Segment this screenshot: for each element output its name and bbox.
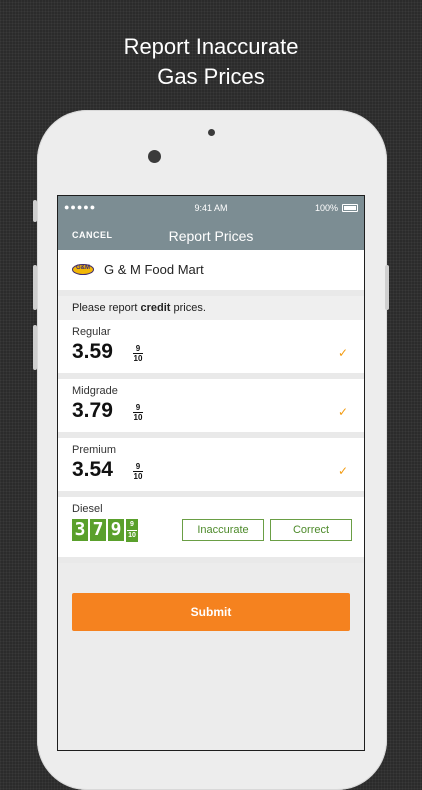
phone-side-button-1 — [33, 200, 37, 222]
fraction-numerator: 9 — [135, 344, 141, 353]
battery-percent: 100% — [314, 203, 338, 213]
inaccurate-button[interactable]: Inaccurate — [182, 519, 264, 541]
fuel-row-regular[interactable]: Regular 3.59 9 10 ✓ — [58, 320, 364, 373]
station-header: G&M G & M Food Mart — [58, 250, 364, 290]
page-title: Report Prices — [168, 228, 254, 244]
station-logo-icon: G&M — [72, 264, 94, 275]
price-fraction: 9 10 — [132, 403, 144, 422]
phone-side-button-2 — [33, 265, 37, 310]
phone-camera — [148, 150, 161, 163]
fraction-denominator: 10 — [128, 532, 136, 539]
phone-power-button — [385, 265, 389, 310]
notice-suffix: prices. — [170, 302, 206, 314]
price-board-digit: 3 — [72, 519, 88, 541]
marketing-headline: Report Inaccurate Gas Prices — [0, 32, 422, 92]
price-board-fraction: 9 10 — [126, 519, 138, 542]
credit-notice: Please report credit prices. — [58, 296, 364, 320]
fraction-denominator: 10 — [133, 354, 143, 363]
fuel-row-diesel: Diesel 3 7 9 9 10 Inaccurate Correct — [58, 491, 364, 557]
submit-button[interactable]: Submit — [72, 593, 350, 631]
fraction-denominator: 10 — [133, 472, 143, 481]
station-logo-text: G&M — [76, 265, 90, 271]
fraction-numerator: 9 — [135, 462, 141, 471]
station-name: G & M Food Mart — [104, 262, 204, 277]
notice-emphasis: credit — [140, 302, 171, 314]
phone-speaker — [208, 129, 215, 136]
headline-line-1: Report Inaccurate — [123, 34, 299, 59]
price-board-digit: 7 — [90, 519, 106, 541]
footer-area: Submit — [58, 557, 364, 750]
fraction-numerator: 9 — [135, 403, 141, 412]
fuel-grade-label: Diesel — [72, 503, 103, 515]
fuel-grade-label: Premium — [72, 444, 117, 456]
fraction-denominator: 10 — [133, 413, 143, 422]
price-fraction: 9 10 — [132, 462, 144, 481]
nav-bar: CANCEL Report Prices — [58, 220, 364, 250]
fuel-price: 3.59 — [72, 340, 113, 363]
fuel-row-midgrade[interactable]: Midgrade 3.79 9 10 ✓ — [58, 373, 364, 432]
notice-prefix: Please report — [72, 302, 141, 314]
price-board-digit: 9 — [108, 519, 124, 541]
fuel-grade-label: Midgrade — [72, 385, 118, 397]
fuel-price: 3.79 — [72, 399, 113, 422]
status-bar: ●●●●● 9:41 AM 100% — [58, 196, 364, 220]
app-screen: ●●●●● 9:41 AM 100% CANCEL Report Prices … — [58, 196, 364, 750]
checkmark-icon: ✓ — [337, 346, 348, 360]
price-board: 3 7 9 9 10 — [72, 519, 138, 542]
correct-button[interactable]: Correct — [270, 519, 352, 541]
fuel-grade-label: Regular — [72, 326, 111, 338]
phone-side-button-3 — [33, 325, 37, 370]
checkmark-icon: ✓ — [337, 405, 348, 419]
checkmark-icon: ✓ — [337, 464, 348, 478]
fuel-row-premium[interactable]: Premium 3.54 9 10 ✓ — [58, 432, 364, 491]
fuel-price: 3.54 — [72, 458, 113, 481]
price-fraction: 9 10 — [132, 344, 144, 363]
battery-icon — [342, 204, 358, 212]
headline-line-2: Gas Prices — [157, 64, 265, 89]
fraction-numerator: 9 — [130, 521, 134, 528]
